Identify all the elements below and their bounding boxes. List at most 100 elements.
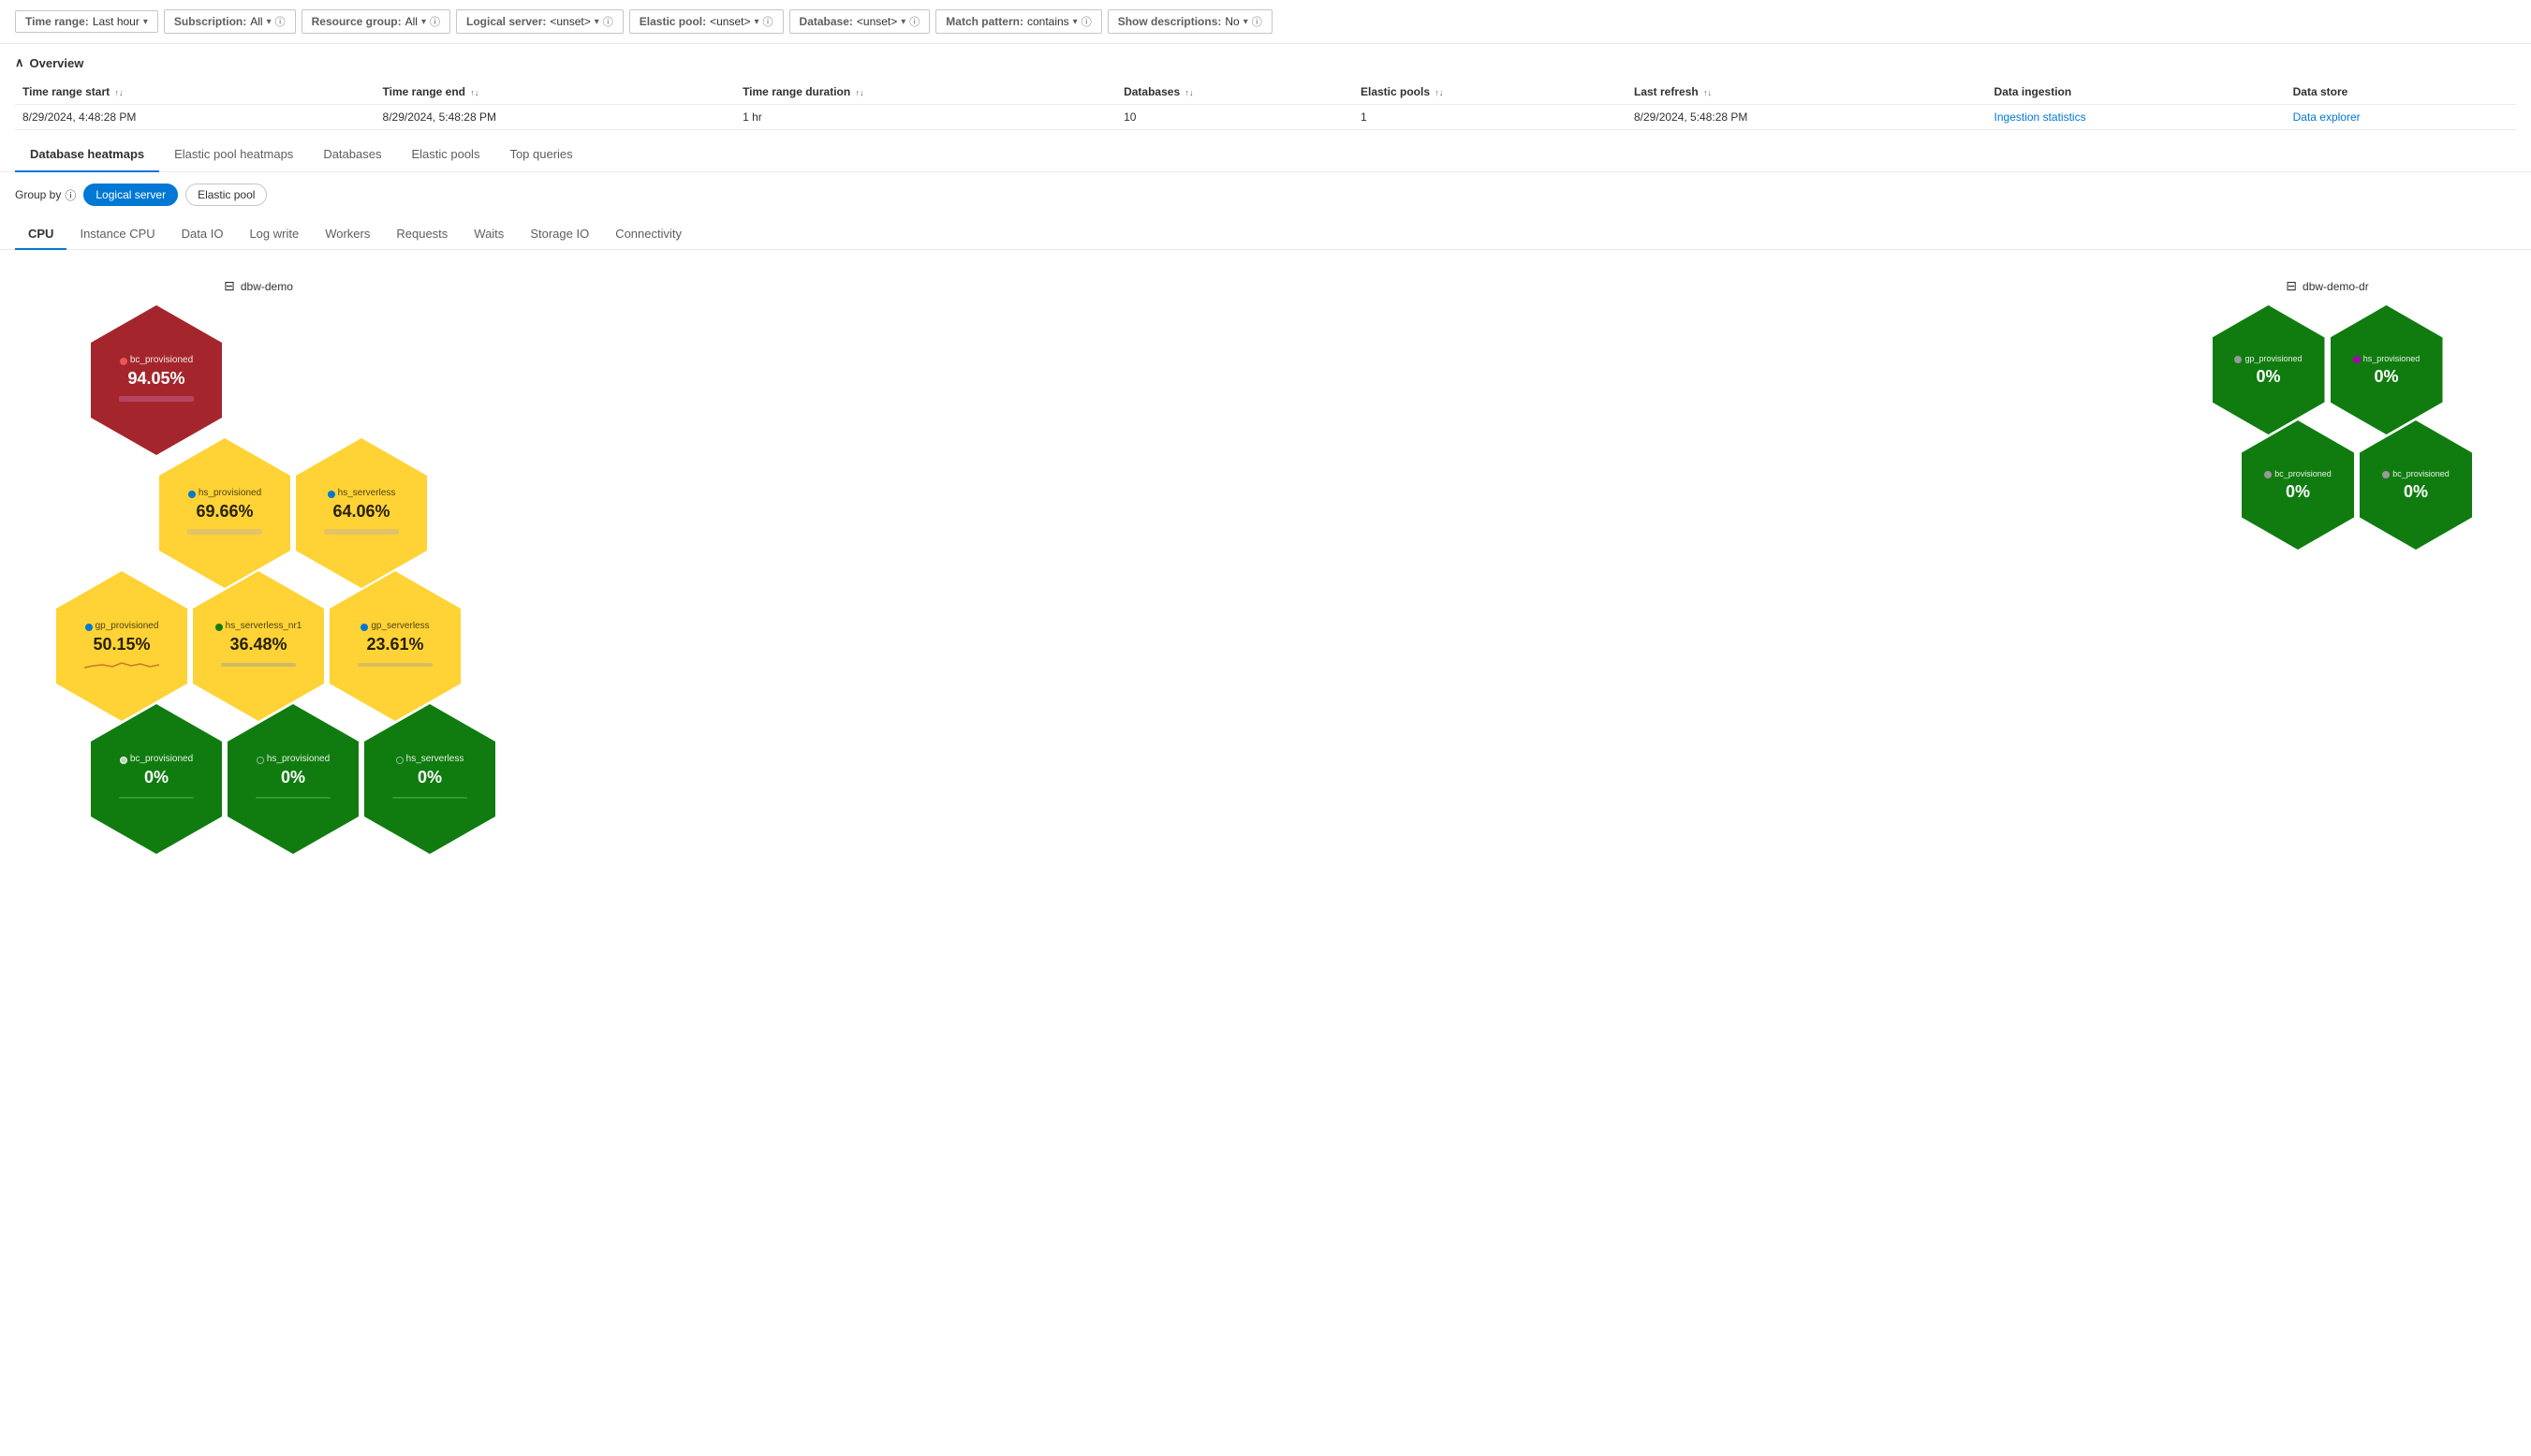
chevron-down-icon: ▾ — [421, 17, 426, 27]
hex-row-1: bc_provisioned 94.05% — [88, 303, 498, 457]
hex-gp-provisioned-dr[interactable]: gp_provisioned 0% — [2213, 305, 2325, 434]
cell-duration: 1 hr — [735, 105, 1116, 130]
filter-subscription-value: All — [250, 15, 262, 28]
metric-tab-instance-cpu[interactable]: Instance CPU — [66, 219, 168, 250]
metric-tab-waits[interactable]: Waits — [461, 219, 517, 250]
sparkline — [358, 658, 433, 671]
hex-bc-provisioned-dr-1[interactable]: bc_provisioned 0% — [2242, 420, 2354, 550]
heatmap-area: ⊟ dbw-demo bc_provisioned 94.05% — [0, 250, 2531, 884]
cell-time-end: 8/29/2024, 5:48:28 PM — [375, 105, 736, 130]
info-icon: ⓘ — [603, 14, 613, 29]
overview-table: Time range start ↑↓ Time range end ↑↓ Ti… — [15, 80, 2516, 130]
hex-bc-provisioned-dr-2[interactable]: bc_provisioned 0% — [2360, 420, 2472, 550]
sparkline — [84, 658, 159, 671]
info-icon: ⓘ — [1252, 14, 1262, 29]
metric-tab-connectivity[interactable]: Connectivity — [602, 219, 695, 250]
sparkline — [221, 658, 296, 671]
col-time-end[interactable]: Time range end ↑↓ — [375, 80, 736, 105]
metric-tab-requests[interactable]: Requests — [383, 219, 461, 250]
server-icon: ⊟ — [2286, 278, 2297, 294]
filter-time-range-value: Last hour — [93, 15, 140, 28]
overview-toggle[interactable]: ∧ Overview — [15, 55, 2516, 70]
sort-icon: ↑↓ — [1185, 88, 1193, 97]
tab-database-heatmaps[interactable]: Database heatmaps — [15, 138, 159, 172]
tab-top-queries[interactable]: Top queries — [494, 138, 587, 172]
hex-bc-provisioned-2[interactable]: bc_provisioned 0% — [91, 704, 222, 854]
data-explorer-link[interactable]: Data explorer — [2293, 110, 2361, 124]
chevron-down-icon: ▾ — [1243, 17, 1248, 27]
col-elastic-pools[interactable]: Elastic pools ↑↓ — [1353, 80, 1626, 105]
chevron-down-icon: ▾ — [143, 17, 148, 27]
filter-match-pattern[interactable]: Match pattern: contains ▾ ⓘ — [935, 9, 1101, 34]
group-by-label: Group by ⓘ — [15, 187, 76, 203]
group-by-logical-server[interactable]: Logical server — [83, 184, 178, 206]
main-tabs: Database heatmaps Elastic pool heatmaps … — [0, 138, 2531, 172]
hex-gp-serverless[interactable]: gp_serverless 23.61% — [330, 571, 461, 721]
filter-database[interactable]: Database: <unset> ▾ ⓘ — [789, 9, 931, 34]
sort-icon: ↑↓ — [115, 88, 124, 97]
ingestion-statistics-link[interactable]: Ingestion statistics — [1994, 110, 2086, 124]
filter-subscription-label: Subscription: — [174, 15, 246, 28]
info-icon: ⓘ — [1082, 14, 1092, 29]
filter-mp-label: Match pattern: — [946, 15, 1023, 28]
tab-databases[interactable]: Databases — [308, 138, 396, 172]
metric-tab-workers[interactable]: Workers — [312, 219, 383, 250]
filter-show-descriptions[interactable]: Show descriptions: No ▾ ⓘ — [1108, 9, 1273, 34]
filter-time-range[interactable]: Time range: Last hour ▾ — [15, 10, 158, 33]
hex-hs-serverless-1[interactable]: hs_serverless 64.06% — [296, 438, 427, 588]
metric-tab-cpu[interactable]: CPU — [15, 219, 66, 250]
hex-hs-serverless-nr1[interactable]: hs_serverless_nr1 36.48% — [193, 571, 324, 721]
filter-logical-server[interactable]: Logical server: <unset> ▾ ⓘ — [456, 9, 624, 34]
cluster-title-dr: ⊟ dbw-demo-dr — [2286, 278, 2368, 294]
hex-hs-serverless-2[interactable]: hs_serverless 0% — [364, 704, 495, 854]
tab-elastic-pool-heatmaps[interactable]: Elastic pool heatmaps — [159, 138, 308, 172]
group-by-elastic-pool[interactable]: Elastic pool — [185, 184, 267, 206]
col-duration[interactable]: Time range duration ↑↓ — [735, 80, 1116, 105]
sparkline — [392, 791, 467, 804]
sort-icon: ↑↓ — [856, 88, 864, 97]
table-row: 8/29/2024, 4:48:28 PM 8/29/2024, 5:48:28… — [15, 105, 2516, 130]
sparkline — [324, 525, 399, 538]
metric-tab-data-io[interactable]: Data IO — [169, 219, 237, 250]
filter-rg-label: Resource group: — [312, 15, 402, 28]
filter-rg-value: All — [405, 15, 418, 28]
hex-hs-provisioned-2[interactable]: hs_provisioned 0% — [228, 704, 359, 854]
hex-gp-provisioned[interactable]: gp_provisioned 50.15% — [56, 571, 187, 721]
server-icon: ⊟ — [224, 278, 235, 294]
sort-icon: ↑↓ — [470, 88, 478, 97]
chevron-up-icon: ∧ — [15, 55, 24, 70]
filter-ep-label: Elastic pool: — [640, 15, 706, 28]
metric-tab-storage-io[interactable]: Storage IO — [517, 219, 602, 250]
filter-mp-value: contains — [1027, 15, 1069, 28]
tab-elastic-pools[interactable]: Elastic pools — [396, 138, 494, 172]
col-time-start[interactable]: Time range start ↑↓ — [15, 80, 375, 105]
info-icon: ⓘ — [430, 14, 440, 29]
sort-icon: ↑↓ — [1703, 88, 1712, 97]
col-databases[interactable]: Databases ↑↓ — [1116, 80, 1353, 105]
hex-hs-provisioned-dr[interactable]: hs_provisioned 0% — [2331, 305, 2443, 434]
metric-tab-log-write[interactable]: Log write — [236, 219, 312, 250]
hex-hs-provisioned-1[interactable]: hs_provisioned 69.66% — [159, 438, 290, 588]
filter-elastic-pool[interactable]: Elastic pool: <unset> ▾ ⓘ — [629, 9, 784, 34]
hex-row-2: hs_provisioned 69.66% hs_serverless 64.0… — [88, 436, 498, 590]
cluster-dbw-demo-dr: ⊟ dbw-demo-dr gp_provisioned 0% hs_provi… — [2180, 278, 2475, 552]
col-last-refresh[interactable]: Last refresh ↑↓ — [1626, 80, 1987, 105]
filter-bar: Time range: Last hour ▾ Subscription: Al… — [0, 0, 2531, 44]
overview-section: ∧ Overview Time range start ↑↓ Time rang… — [0, 44, 2531, 130]
hex-row-4: bc_provisioned 0% hs_provisioned 0% — [88, 702, 498, 856]
filter-subscription[interactable]: Subscription: All ▾ ⓘ — [164, 9, 296, 34]
info-icon: ⓘ — [909, 14, 920, 29]
cell-data-ingestion: Ingestion statistics — [1987, 105, 2286, 130]
chevron-down-icon: ▾ — [267, 17, 272, 27]
col-data-ingestion: Data ingestion — [1987, 80, 2286, 105]
sort-icon: ↑↓ — [1435, 88, 1443, 97]
metric-tabs: CPU Instance CPU Data IO Log write Worke… — [0, 210, 2531, 250]
filter-ls-label: Logical server: — [466, 15, 546, 28]
filter-sd-label: Show descriptions: — [1118, 15, 1222, 28]
hex-grid-main: bc_provisioned 94.05% hs_provisioned 69.… — [19, 303, 498, 856]
cell-last-refresh: 8/29/2024, 5:48:28 PM — [1626, 105, 1987, 130]
chevron-down-icon: ▾ — [595, 17, 599, 27]
filter-resource-group[interactable]: Resource group: All ▾ ⓘ — [302, 9, 450, 34]
hex-bc-provisioned-1[interactable]: bc_provisioned 94.05% — [91, 305, 222, 455]
filter-sd-value: No — [1225, 15, 1239, 28]
